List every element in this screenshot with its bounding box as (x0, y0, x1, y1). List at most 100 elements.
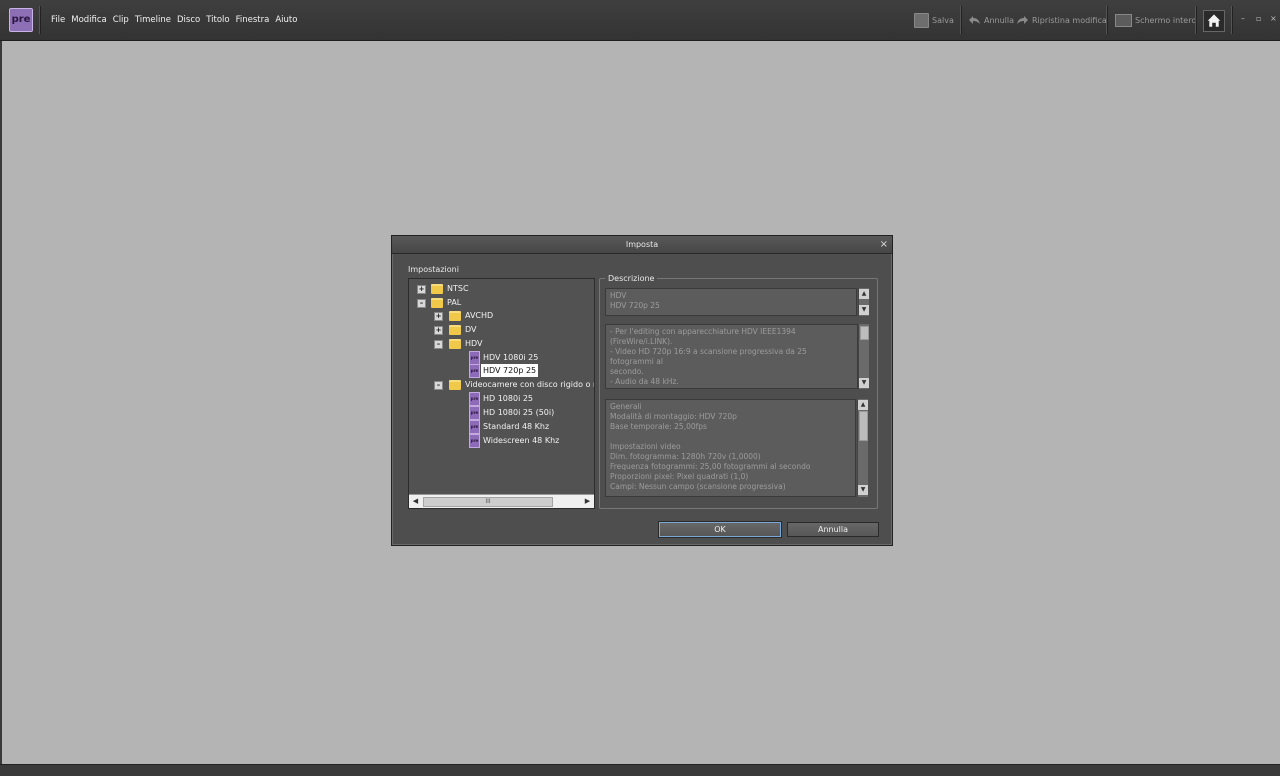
tree-item-label: Standard 48 Khz (483, 422, 550, 431)
scrollbar-thumb[interactable] (859, 411, 868, 441)
undo-label: Annulla (984, 15, 1015, 25)
left-edge (0, 41, 2, 764)
details-line (610, 432, 851, 442)
name-scrollbar[interactable]: ▲ ▼ (858, 288, 869, 316)
details-line: Campi: Nessun campo (scansione progressi… (610, 482, 786, 491)
tree-item-dv[interactable]: + DV (409, 323, 589, 336)
tree-item-ntsc[interactable]: + NTSC (409, 282, 589, 295)
ok-button[interactable]: OK (659, 522, 781, 537)
home-button[interactable] (1203, 10, 1225, 32)
tree-item-avchd[interactable]: + AVCHD (409, 309, 589, 322)
folder-icon (431, 284, 443, 294)
tree-item-hd-1080i-25[interactable]: pre HD 1080i 25 (409, 392, 589, 406)
menu-bar: File Modifica Clip Timeline Disco Titolo… (48, 15, 300, 25)
save-button[interactable]: Salva (914, 12, 954, 28)
collapse-icon[interactable]: – (434, 381, 443, 390)
tree-item-label: NTSC (447, 284, 469, 293)
dialog-title: Imposta (392, 236, 892, 254)
tree-item-pal[interactable]: – PAL (409, 296, 589, 309)
folder-icon (449, 339, 461, 349)
scroll-left-arrow-icon[interactable]: ◀ (409, 495, 422, 508)
tree-item-label: HDV (465, 339, 483, 348)
preset-file-icon: pre (469, 364, 480, 378)
description-scrollbar[interactable]: ▼ (858, 324, 869, 389)
details-line: Impostazioni video (610, 442, 681, 451)
details-scrollbar[interactable]: ▲ ▼ (857, 399, 868, 497)
app-logo: pre (9, 8, 33, 32)
tree-item-label-selected: HDV 720p 25 (481, 364, 539, 377)
menu-timeline[interactable]: Timeline (132, 15, 174, 25)
scroll-up-arrow-icon[interactable]: ▲ (858, 400, 868, 410)
preset-file-icon: pre (469, 392, 480, 406)
description-label: Descrizione (605, 274, 658, 283)
cancel-button[interactable]: Annulla (787, 522, 879, 537)
fullscreen-button[interactable]: Schermo intero (1115, 12, 1196, 28)
menu-finestra[interactable]: Finestra (233, 15, 273, 25)
scrollbar-thumb[interactable] (860, 326, 869, 340)
tree-item-label: HD 1080i 25 (483, 394, 534, 403)
fullscreen-label: Schermo intero (1135, 15, 1197, 25)
menu-aiuto[interactable]: Aiuto (272, 15, 300, 25)
menu-clip[interactable]: Clip (110, 15, 132, 25)
home-icon (1206, 13, 1222, 28)
redo-label: Ripristina modifica (1032, 15, 1107, 25)
scroll-down-arrow-icon[interactable]: ▼ (859, 305, 869, 315)
collapse-icon[interactable]: – (434, 340, 443, 349)
undo-arrow-icon (969, 16, 980, 24)
preset-tree[interactable]: + NTSC – PAL + AVCHD + DV – HDV pre HDV … (408, 278, 595, 509)
preset-dialog: Imposta × Impostazioni + NTSC – PAL + AV… (391, 235, 893, 546)
dialog-close-button[interactable]: × (880, 236, 888, 253)
undo-button[interactable]: Annulla (968, 12, 1014, 28)
preset-details-field[interactable]: Generali Modalità di montaggio: HDV 720p… (605, 399, 856, 497)
preset-file-icon: pre (469, 351, 480, 365)
preset-description-field[interactable]: - Per l'editing con apparecchiature HDV … (605, 324, 858, 389)
divider (1106, 6, 1108, 34)
folder-icon (449, 311, 461, 321)
tree-item-hdv-1080i-25[interactable]: pre HDV 1080i 25 (409, 351, 589, 365)
tree-item-hd-1080i-25-50i[interactable]: pre HD 1080i 25 (50i) (409, 406, 589, 420)
description-line: - Per l'editing con apparecchiature HDV … (610, 327, 796, 346)
save-icon (914, 12, 929, 28)
tree-item-standard-48khz[interactable]: pre Standard 48 Khz (409, 420, 589, 434)
description-line: - Audio da 48 kHz. (610, 377, 679, 386)
scroll-down-arrow-icon[interactable]: ▼ (859, 378, 869, 388)
scrollbar-thumb[interactable]: III (423, 497, 553, 507)
preset-name-line: HDV 720p 25 (610, 301, 660, 310)
tree-item-label: HD 1080i 25 (50i) (483, 408, 555, 417)
scroll-down-arrow-icon[interactable]: ▼ (858, 485, 868, 495)
tree-item-hdv-720p-25[interactable]: pre HDV 720p 25 (409, 364, 589, 378)
tree-item-label: Videocamere con disco rigido o men (465, 380, 594, 389)
tree-item-hdv[interactable]: – HDV (409, 337, 589, 350)
scroll-up-arrow-icon[interactable]: ▲ (859, 289, 869, 299)
expand-icon[interactable]: + (434, 326, 443, 335)
details-line: Base temporale: 25,00fps (610, 422, 707, 431)
divider (1195, 6, 1197, 34)
tree-horizontal-scrollbar[interactable]: ◀ III ▶ (409, 494, 594, 508)
menu-disco[interactable]: Disco (174, 15, 203, 25)
scroll-right-arrow-icon[interactable]: ▶ (581, 495, 594, 508)
status-bar (0, 764, 1280, 776)
divider (39, 6, 41, 34)
redo-button[interactable]: Ripristina modifica (1016, 12, 1107, 28)
divider (960, 6, 962, 34)
tree-item-widescreen-48khz[interactable]: pre Widescreen 48 Khz (409, 434, 589, 448)
tree-item-label: AVCHD (465, 311, 494, 320)
preset-file-icon: pre (469, 406, 480, 420)
collapse-icon[interactable]: – (417, 299, 426, 308)
tree-item-videocamere[interactable]: – Videocamere con disco rigido o men (409, 378, 594, 391)
preset-file-icon: pre (469, 420, 480, 434)
menu-file[interactable]: File (48, 15, 68, 25)
description-line: - Video HD 720p 16:9 a scansione progres… (610, 347, 807, 366)
menu-modifica[interactable]: Modifica (68, 15, 110, 25)
window-close-button[interactable]: × (1270, 14, 1277, 23)
expand-icon[interactable]: + (417, 285, 426, 294)
expand-icon[interactable]: + (434, 312, 443, 321)
restore-button[interactable]: ▫ (1256, 14, 1261, 23)
menu-titolo[interactable]: Titolo (203, 15, 232, 25)
details-line: Frequenza fotogrammi: 25,00 fotogrammi a… (610, 462, 811, 471)
preset-name-field[interactable]: HDV HDV 720p 25 (605, 288, 857, 316)
minimize-button[interactable]: – (1241, 14, 1245, 23)
tree-item-label: PAL (447, 298, 462, 307)
divider (1231, 6, 1233, 34)
preset-file-icon: pre (469, 434, 480, 448)
